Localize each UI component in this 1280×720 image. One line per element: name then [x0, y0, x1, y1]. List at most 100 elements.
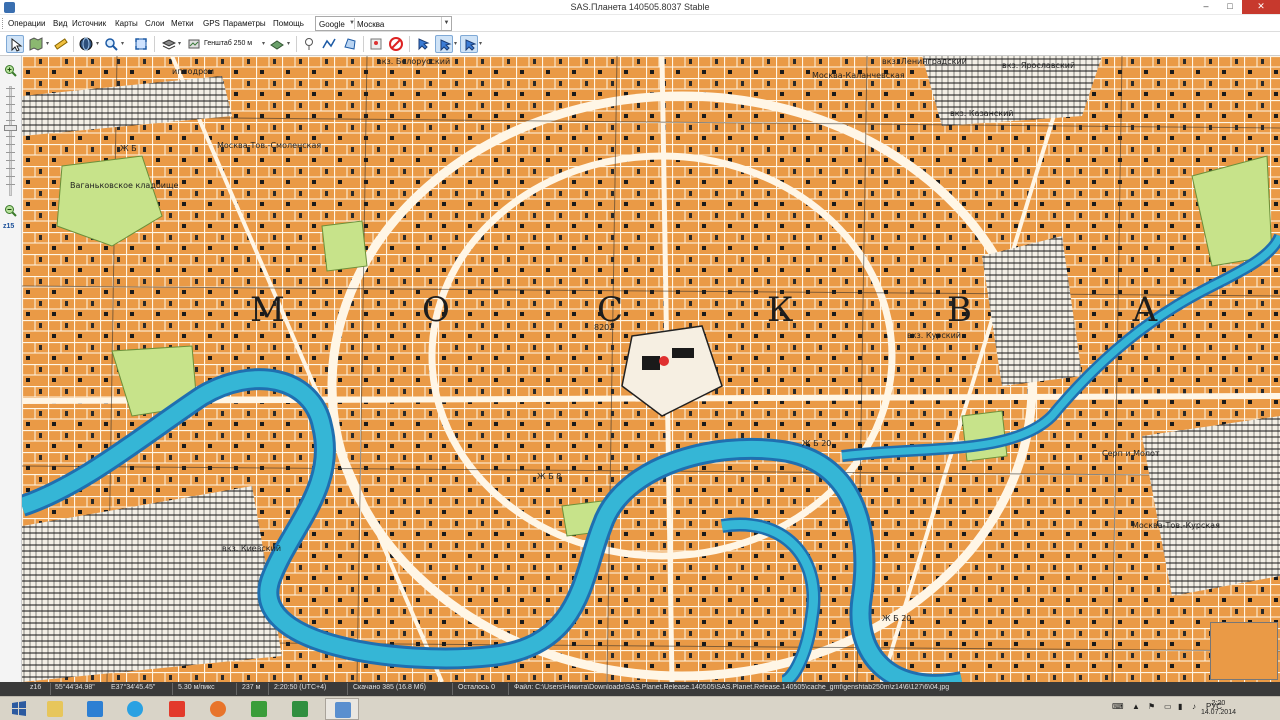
- divider: [236, 683, 237, 695]
- menu-gps[interactable]: GPS: [203, 19, 220, 28]
- add-path-button[interactable]: [320, 35, 338, 53]
- divider: [409, 36, 410, 52]
- layers-icon: [162, 39, 176, 50]
- fullscreen-icon: [135, 38, 147, 50]
- zoom-tick: [6, 112, 15, 113]
- gps-center-button[interactable]: [460, 35, 478, 53]
- fill-map-icon: [270, 40, 284, 50]
- volume-icon[interactable]: ♪: [1192, 702, 1196, 711]
- map-marker-icon[interactable]: [659, 356, 669, 366]
- yandex-browser-icon: [169, 701, 185, 717]
- window-title: SAS.Планета 140505.8037 Stable: [570, 2, 710, 12]
- flag-icon[interactable]: ⚑: [1148, 702, 1155, 711]
- taskbar-firefox[interactable]: [201, 698, 235, 720]
- map-canvas[interactable]: М О С К В А ипподром Москва-Тов.-Смоленс…: [22, 56, 1280, 682]
- menu-bar: Операции Вид Источник Карты Слои Метки G…: [0, 15, 1280, 32]
- taskbar-sas-planet[interactable]: [325, 698, 359, 720]
- status-distance: 237 м: [242, 684, 261, 691]
- menu-operations[interactable]: Операции: [8, 19, 45, 28]
- map-svg[interactable]: М О С К В А ипподром Москва-Тов.-Смоленс…: [22, 56, 1280, 682]
- fill-layer-button[interactable]: [268, 35, 286, 53]
- zoom-tick: [6, 88, 15, 89]
- divider: [268, 683, 269, 695]
- map-type-button[interactable]: [27, 35, 45, 53]
- zoom-in-button[interactable]: [4, 64, 17, 77]
- close-button[interactable]: ✕: [1242, 0, 1280, 14]
- select-tool-button[interactable]: [6, 35, 24, 53]
- polygon-icon: [344, 38, 356, 50]
- zoom-out-button[interactable]: [4, 204, 17, 217]
- zoom-map-button[interactable]: [185, 35, 203, 53]
- chevron-down-icon[interactable]: ▾: [454, 40, 457, 47]
- status-time: 2:20:50 (UTC+4): [274, 684, 327, 691]
- fullscreen-button[interactable]: [132, 35, 150, 53]
- menu-layers[interactable]: Слои: [145, 19, 164, 28]
- menu-help[interactable]: Помощь: [273, 19, 304, 28]
- start-button[interactable]: [2, 698, 36, 720]
- layers-button[interactable]: [160, 35, 178, 53]
- menu-marks[interactable]: Метки: [171, 19, 194, 28]
- map-label: Москва-Каланчевская: [812, 71, 905, 80]
- network-icon[interactable]: ▮: [1178, 702, 1182, 711]
- hide-marks-button[interactable]: [387, 35, 405, 53]
- chevron-down-icon[interactable]: ▾: [287, 40, 290, 47]
- mini-map[interactable]: [1210, 622, 1278, 680]
- menu-maps[interactable]: Карты: [115, 19, 138, 28]
- map-word: В: [947, 290, 972, 330]
- map-word: А: [1132, 290, 1158, 330]
- clock-time: 2:20: [1211, 700, 1226, 707]
- divider: [508, 683, 509, 695]
- maximize-button[interactable]: □: [1218, 0, 1242, 14]
- path-icon: [322, 38, 336, 49]
- map-word: М: [250, 290, 285, 330]
- gps-track-button[interactable]: [435, 35, 453, 53]
- gps-button[interactable]: [414, 35, 432, 53]
- status-longitude: E37°34'45.45": [111, 684, 156, 691]
- cursor-icon: [11, 38, 23, 52]
- battery-icon[interactable]: ▭: [1164, 702, 1172, 711]
- taskbar-remote[interactable]: [78, 698, 112, 720]
- ruler-tool-button[interactable]: [52, 35, 70, 53]
- tray-up-icon[interactable]: ▲: [1132, 702, 1140, 711]
- menu-settings[interactable]: Параметры: [223, 19, 266, 28]
- taskbar-ie[interactable]: [118, 698, 152, 720]
- menu-view[interactable]: Вид: [53, 19, 67, 28]
- clock-date: 14.07.2014: [1200, 709, 1236, 716]
- zoom-panel: z15: [0, 56, 22, 682]
- add-placemark-button[interactable]: [300, 35, 318, 53]
- map-label: Ж Б: [120, 144, 137, 153]
- dropdown-arrow-icon[interactable]: ▼: [441, 17, 451, 30]
- zoom-map-label[interactable]: Генштаб 250 м: [204, 40, 252, 47]
- zoom-tick: [6, 152, 15, 153]
- map-label: Ваганьковское кладбище: [70, 181, 179, 190]
- taskbar-camtasia[interactable]: [242, 698, 276, 720]
- divider: [296, 36, 297, 52]
- zoom-tick: [6, 104, 15, 105]
- zoom-tick: [6, 136, 15, 137]
- divider: [354, 18, 355, 29]
- taskbar-camtasia-2[interactable]: [283, 698, 317, 720]
- map-selector[interactable]: Google ▼ Москва ▼: [315, 16, 452, 31]
- add-polygon-button[interactable]: [341, 35, 359, 53]
- globe-icon: [79, 37, 93, 51]
- system-clock[interactable]: 2:20 14.07.2014: [1201, 699, 1236, 717]
- chevron-down-icon[interactable]: ▾: [262, 40, 265, 47]
- taskbar-explorer[interactable]: [38, 698, 72, 720]
- map-label: ипподром: [172, 67, 214, 76]
- keyboard-icon[interactable]: ⌨: [1112, 702, 1124, 711]
- chevron-down-icon[interactable]: ▾: [479, 40, 482, 47]
- zoom-slider-thumb[interactable]: [4, 125, 17, 131]
- chevron-down-icon[interactable]: ▾: [178, 40, 181, 47]
- chevron-down-icon[interactable]: ▾: [46, 40, 49, 47]
- chevron-down-icon[interactable]: ▾: [121, 40, 124, 47]
- menu-source[interactable]: Источник: [72, 19, 106, 28]
- zoom-slider-track[interactable]: [9, 86, 12, 196]
- marks-settings-button[interactable]: [367, 35, 385, 53]
- status-scale: 5.30 м/пикс: [178, 684, 215, 691]
- globe-button[interactable]: [77, 35, 95, 53]
- zoom-button[interactable]: [102, 35, 120, 53]
- minimize-button[interactable]: –: [1194, 0, 1218, 14]
- map-label: вкз. Ленинградский: [882, 57, 967, 66]
- chevron-down-icon[interactable]: ▾: [96, 40, 99, 47]
- taskbar-yandex[interactable]: [160, 698, 194, 720]
